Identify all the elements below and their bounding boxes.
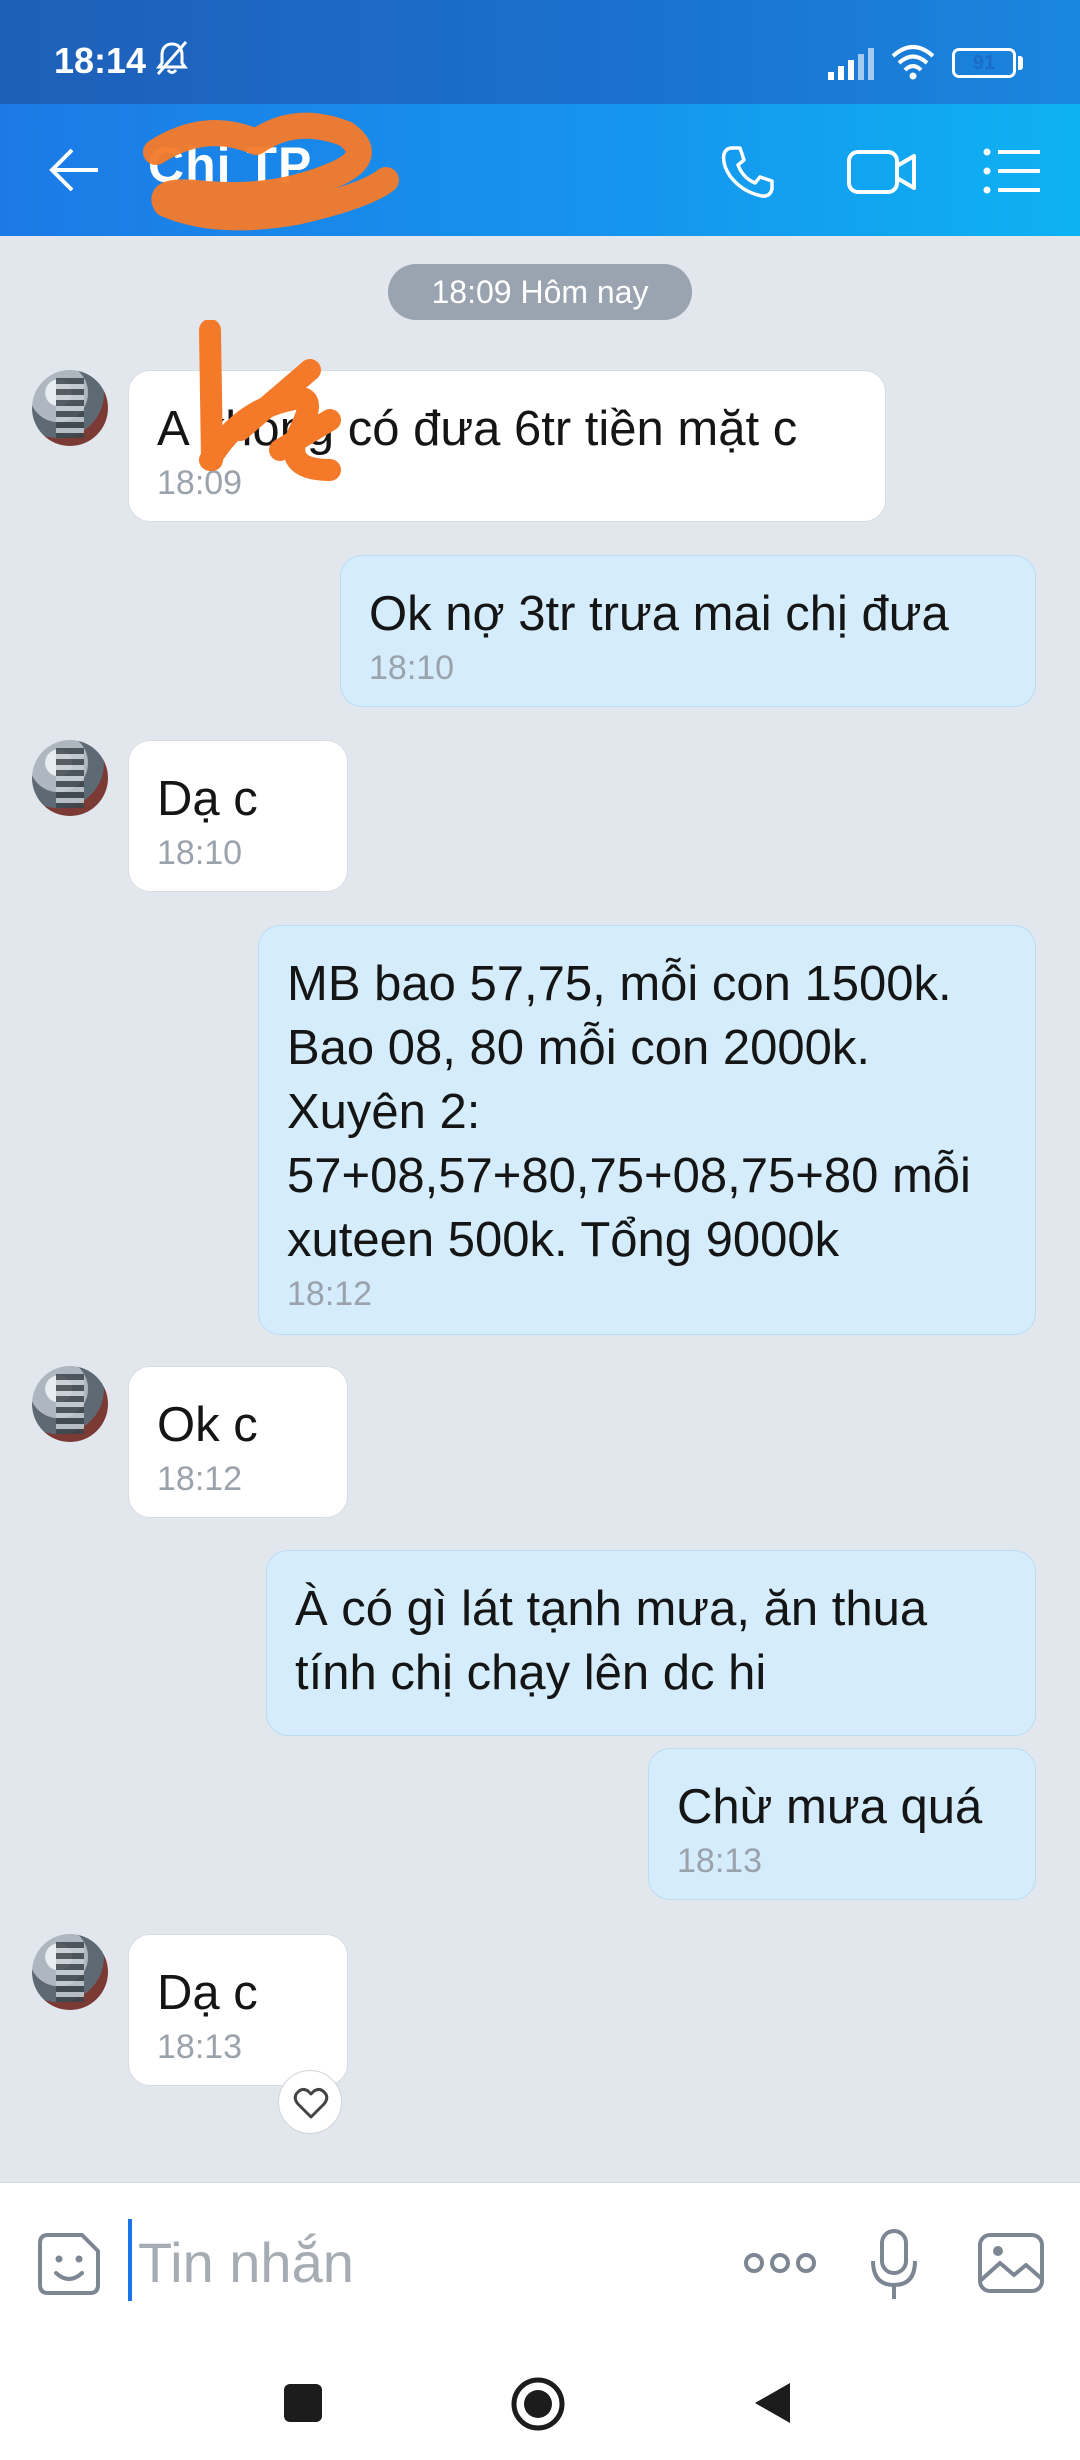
contact-avatar[interactable] xyxy=(32,740,108,816)
message-text: Dạ c xyxy=(157,1966,258,2020)
message-text: À có gì lát tạnh mưa, ăn thua tính chị c… xyxy=(295,1582,928,1700)
message-text: MB bao 57,75, mỗi con 1500k. Bao 08, 80 … xyxy=(287,957,971,1267)
heart-icon xyxy=(293,2087,329,2119)
message-time: 18:10 xyxy=(157,834,243,872)
message-bubble-outgoing[interactable]: Ok nợ 3tr trưa mai chị đưa 18:10 xyxy=(340,555,1036,707)
wifi-icon xyxy=(891,45,935,80)
message-bubble-incoming[interactable]: Dạ c 18:10 xyxy=(128,740,348,892)
chat-header: Chi TP xyxy=(0,104,1080,236)
message-time: 18:12 xyxy=(157,1460,243,1498)
more-dots-icon[interactable] xyxy=(742,2249,818,2277)
battery-tip xyxy=(1018,56,1023,70)
contact-avatar[interactable] xyxy=(32,370,108,446)
recent-apps-button[interactable] xyxy=(284,2384,322,2422)
message-text: Dạ c xyxy=(157,772,258,826)
image-icon[interactable] xyxy=(976,2231,1046,2295)
message-bubble-outgoing[interactable]: Chừ mưa quá 18:13 xyxy=(648,1748,1036,1900)
contact-avatar[interactable] xyxy=(32,1366,108,1442)
back-button[interactable] xyxy=(752,2380,792,2426)
message-time: 18:13 xyxy=(677,1842,763,1880)
menu-list-icon[interactable] xyxy=(982,146,1042,196)
message-bubble-incoming[interactable]: Ok c 18:12 xyxy=(128,1366,348,1518)
redaction-scribble xyxy=(199,320,341,481)
system-navigation-bar xyxy=(0,2342,1080,2460)
microphone-icon[interactable] xyxy=(868,2227,920,2301)
bell-off-icon xyxy=(156,41,188,75)
video-camera-icon[interactable] xyxy=(846,144,918,200)
message-composer xyxy=(0,2182,1080,2343)
redaction-scribble xyxy=(143,112,399,231)
battery-level: 91 xyxy=(972,52,996,74)
message-text: Chừ mưa quá xyxy=(677,1780,983,1834)
sticker-icon[interactable] xyxy=(34,2229,104,2299)
status-time: 18:14 xyxy=(54,40,147,81)
message-bubble-outgoing[interactable]: À có gì lát tạnh mưa, ăn thua tính chị c… xyxy=(266,1550,1036,1736)
status-bar: 18:14 91 xyxy=(0,0,1080,104)
message-time: 18:10 xyxy=(369,649,455,687)
battery-indicator: 91 xyxy=(952,48,1016,78)
back-arrow-icon[interactable] xyxy=(46,146,102,194)
message-time: 18:12 xyxy=(287,1275,373,1313)
reaction-like-button[interactable] xyxy=(278,2070,342,2134)
message-time: 18:13 xyxy=(157,2028,243,2066)
message-input[interactable] xyxy=(136,2213,700,2311)
phone-icon[interactable] xyxy=(718,142,778,202)
date-separator: 18:09 Hôm nay xyxy=(388,264,692,320)
home-button[interactable] xyxy=(510,2376,566,2432)
text-cursor xyxy=(128,2219,132,2301)
message-bubble-incoming[interactable]: Dạ c 18:13 xyxy=(128,1934,348,2086)
message-text: Ok c xyxy=(157,1398,258,1452)
message-bubble-outgoing[interactable]: MB bao 57,75, mỗi con 1500k. Bao 08, 80 … xyxy=(258,925,1036,1335)
contact-avatar[interactable] xyxy=(32,1934,108,2010)
message-text: Ok nợ 3tr trưa mai chị đưa xyxy=(369,587,949,641)
signal-icon xyxy=(828,48,874,80)
